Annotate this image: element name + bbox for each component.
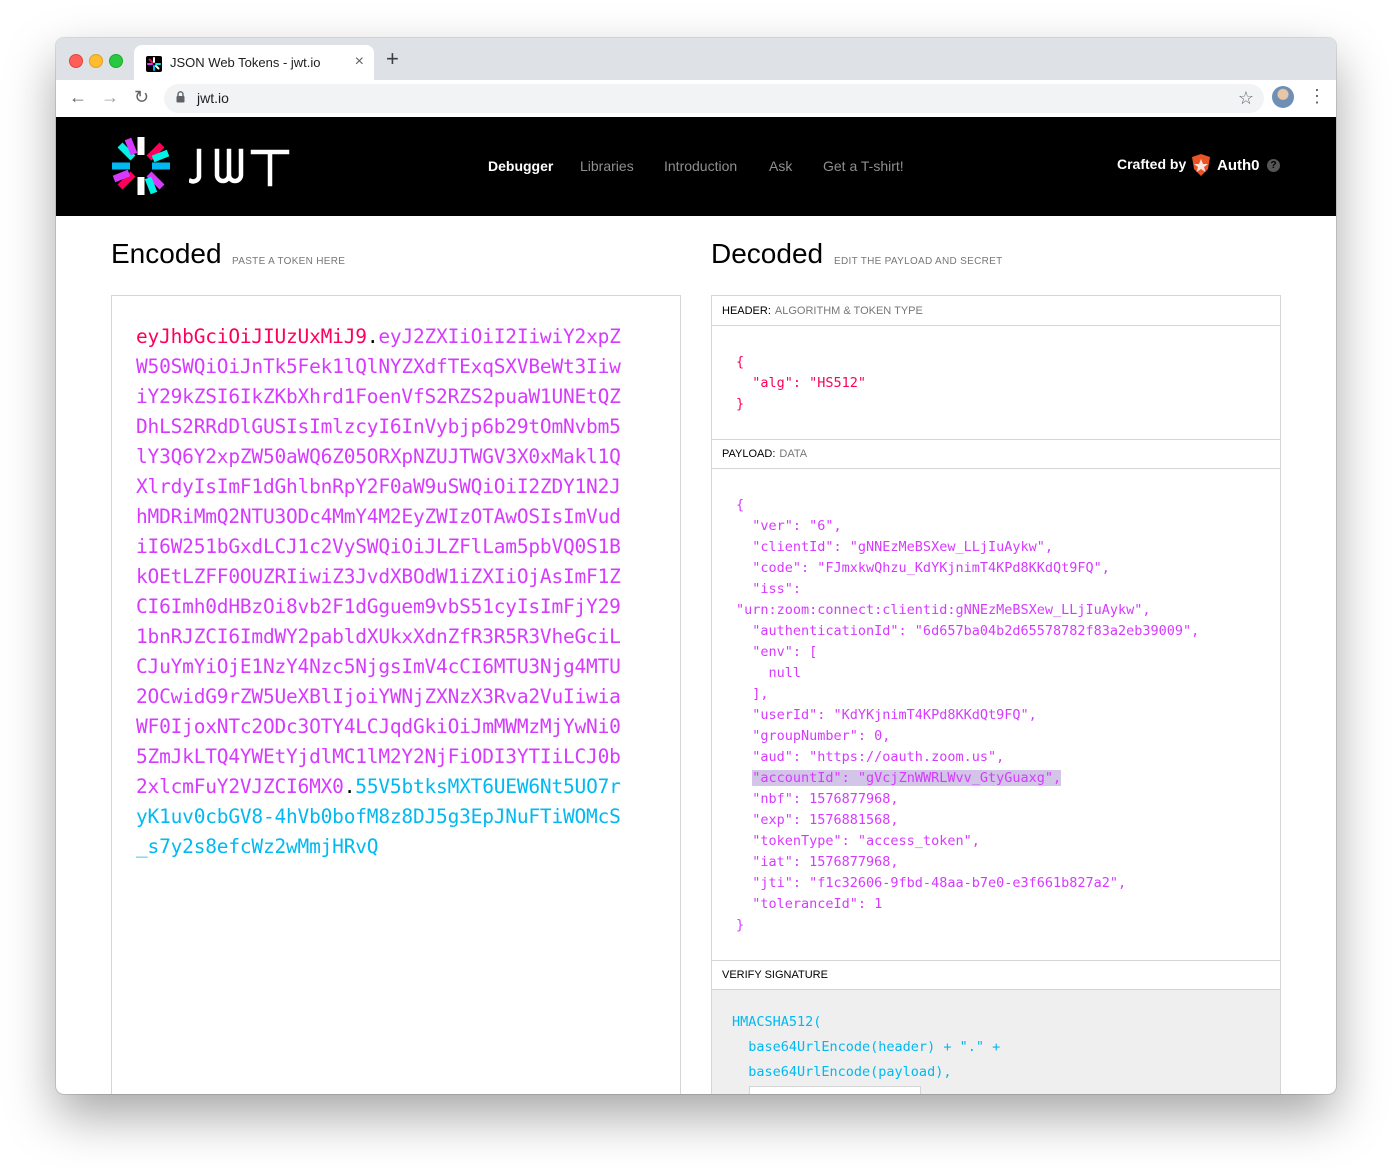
nav-ask[interactable]: Ask xyxy=(769,158,792,174)
auth0-logo-icon[interactable] xyxy=(1191,154,1211,176)
payload-json-selection: "accountId": "gVcjZnWWRLWvv_GtyGuaxg", xyxy=(752,770,1062,786)
token-separator: . xyxy=(366,325,379,348)
nav-introduction[interactable]: Introduction xyxy=(664,158,737,174)
header-editor[interactable]: { "alg": "HS512" } xyxy=(712,326,1280,440)
verify-signature-section: HMACSHA512( base64UrlEncode(header) + ".… xyxy=(712,990,1280,1094)
new-tab-button[interactable]: + xyxy=(386,48,399,70)
profile-avatar[interactable] xyxy=(1272,86,1294,108)
token-header-part: eyJhbGciOiJIUzUxMiJ9 xyxy=(136,325,367,348)
lock-icon xyxy=(176,91,185,103)
payload-description: DATA xyxy=(779,448,808,460)
auth0-link[interactable]: Auth0 xyxy=(1217,157,1260,174)
payload-json-text: { "ver": "6", "clientId": "gNNEzMeBSXew_… xyxy=(736,497,1200,765)
tab-strip: JSON Web Tokens - jwt.io × + xyxy=(56,38,1336,80)
address-bar[interactable]: jwt.io ☆ xyxy=(164,84,1264,113)
bookmark-star-icon[interactable]: ☆ xyxy=(1238,88,1254,109)
payload-json-text: "nbf": 1576877968, "exp": 1576881568, "t… xyxy=(736,791,1127,933)
browser-toolbar: ← → ↻ jwt.io ☆ ⋮ xyxy=(56,80,1336,118)
token-payload-part: eyJ2ZXIiOiI2IiwiY2xpZW50SWQiOiJnTk5Fek1l… xyxy=(136,325,621,798)
payload-editor[interactable]: { "ver": "6", "clientId": "gNNEzMeBSXew_… xyxy=(712,469,1280,961)
verify-signature-label: VERIFY SIGNATURE xyxy=(722,969,828,981)
header-description: ALGORITHM & TOKEN TYPE xyxy=(774,305,923,317)
encoded-subheading: PASTE A TOKEN HERE xyxy=(232,256,346,267)
close-window-button[interactable] xyxy=(69,54,83,68)
encoded-heading: Encoded xyxy=(111,238,222,269)
header-label: HEADER: xyxy=(722,305,771,317)
zoom-window-button[interactable] xyxy=(109,54,123,68)
browser-window: JSON Web Tokens - jwt.io × + ← → ↻ jwt.i… xyxy=(56,38,1336,1094)
reload-icon[interactable]: ↻ xyxy=(134,87,149,107)
jwt-favicon-icon xyxy=(146,56,162,72)
minimize-window-button[interactable] xyxy=(89,54,103,68)
tab-close-icon[interactable]: × xyxy=(355,53,364,71)
forward-arrow-icon[interactable]: → xyxy=(101,87,119,107)
decoded-panel: HEADER: ALGORITHM & TOKEN TYPE { "alg": "… xyxy=(711,295,1281,1094)
header-json[interactable]: { "alg": "HS512" } xyxy=(736,352,866,415)
verify-signature-code: HMACSHA512( base64UrlEncode(header) + ".… xyxy=(732,1014,1001,1080)
encoded-token-editor[interactable]: eyJhbGciOiJIUzUxMiJ9.eyJ2ZXIiOiI2IiwiY2x… xyxy=(111,295,681,1094)
token-separator: . xyxy=(343,775,356,798)
encoded-token[interactable]: eyJhbGciOiJIUzUxMiJ9.eyJ2ZXIiOiI2IiwiY2x… xyxy=(136,322,628,862)
site-header: Debugger Libraries Introduction Ask Get … xyxy=(56,117,1336,216)
payload-label: PAYLOAD: xyxy=(722,448,776,460)
header-section-title: HEADER: ALGORITHM & TOKEN TYPE xyxy=(712,296,1280,326)
decoded-heading: Decoded xyxy=(711,238,824,269)
verify-signature-title: VERIFY SIGNATURE xyxy=(712,960,1280,990)
decoded-subheading: EDIT THE PAYLOAD AND SECRET xyxy=(834,256,1003,267)
nav-get-a-tshirt[interactable]: Get a T-shirt! xyxy=(823,158,904,174)
payload-section-title: PAYLOAD: DATA xyxy=(712,439,1280,469)
crafted-by-label: Crafted by xyxy=(1117,156,1187,172)
nav-libraries[interactable]: Libraries xyxy=(580,158,634,174)
browser-menu-icon[interactable]: ⋮ xyxy=(1308,86,1326,106)
help-icon[interactable]: ? xyxy=(1267,159,1280,172)
nav-debugger[interactable]: Debugger xyxy=(488,158,553,174)
jwt-logo-icon[interactable] xyxy=(110,135,172,197)
browser-tab[interactable]: JSON Web Tokens - jwt.io × xyxy=(134,45,374,80)
secret-input[interactable] xyxy=(749,1086,921,1094)
url-text: jwt.io xyxy=(197,90,229,106)
tab-title: JSON Web Tokens - jwt.io xyxy=(170,55,321,70)
jwt-wordmark xyxy=(189,148,290,187)
back-arrow-icon[interactable]: ← xyxy=(69,87,87,107)
payload-json[interactable]: { "ver": "6", "clientId": "gNNEzMeBSXew_… xyxy=(736,495,1199,936)
